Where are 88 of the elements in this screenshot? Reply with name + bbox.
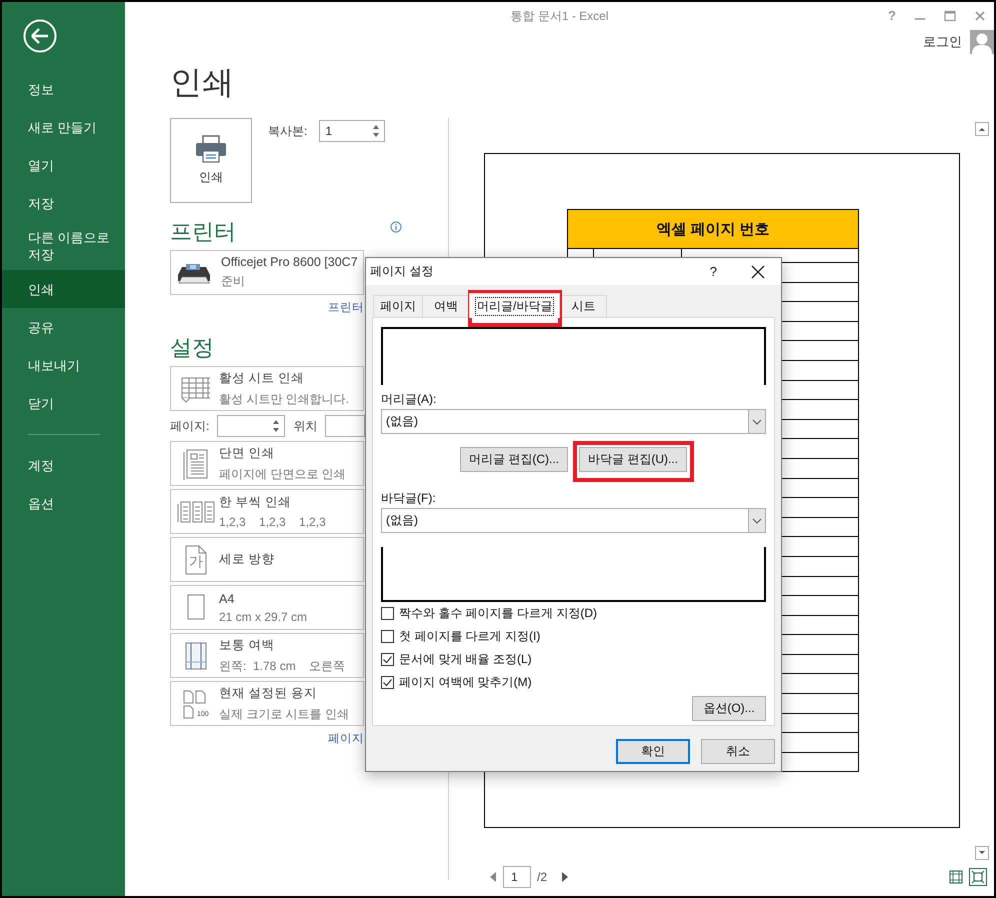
close-icon[interactable] xyxy=(751,264,765,278)
settings-dropdown[interactable]: 한 부씩 인쇄 1,2,3 1,2,3 1,2,3 xyxy=(170,489,364,534)
checkbox[interactable] xyxy=(381,630,394,643)
field-label: 바닥글(F): xyxy=(381,490,437,507)
page-to-field[interactable] xyxy=(325,415,366,437)
option-title: 보통 여백 xyxy=(219,636,276,654)
option-description: 21 cm x 29.7 cm xyxy=(219,610,308,624)
section-heading: 설정 xyxy=(170,334,214,362)
option-title: 세로 방향 xyxy=(219,551,274,568)
scroll-down-icon[interactable] xyxy=(975,846,989,860)
cancel-button[interactable]: 취소 xyxy=(701,739,775,764)
option-description: 1,2,3 1,2,3 1,2,3 xyxy=(219,515,326,529)
printer-name: Officejet Pro 8600 [30C7 xyxy=(221,255,358,269)
scroll-up-icon[interactable] xyxy=(975,122,989,136)
edit-button[interactable]: 머리글 편집(C)... xyxy=(460,447,568,472)
pages-label: 페이지: xyxy=(170,418,210,434)
sidebar-item[interactable]: 옵션 xyxy=(2,484,125,522)
section-heading: 프린터 xyxy=(170,218,236,246)
dialog-title: 페이지 설정 xyxy=(370,263,434,280)
page-title: 인쇄 xyxy=(170,63,234,102)
table-title: 엑셀 페이지 번호 xyxy=(568,210,858,249)
chevron-down-icon xyxy=(752,518,762,524)
sidebar-item[interactable]: 저장 xyxy=(2,184,125,222)
checkbox-label: 짝수와 홀수 페이지를 다르게 지정(D) xyxy=(399,605,597,622)
sidebar-item[interactable]: 공유 xyxy=(2,308,125,346)
checkbox[interactable] xyxy=(381,676,394,689)
tab[interactable]: 페이지 xyxy=(373,295,423,317)
printer-icon xyxy=(195,135,227,163)
settings-dropdown[interactable]: 가 세로 방향 xyxy=(170,537,364,582)
show-margins-icon[interactable] xyxy=(949,870,963,884)
settings-dropdown[interactable]: 보통 여백 왼쪽: 1.78 cm 오른쪽 xyxy=(170,633,364,678)
option-title: 활성 시트 인쇄 xyxy=(219,370,305,386)
settings-dropdown[interactable]: A4 21 cm x 29.7 cm xyxy=(170,585,364,630)
spin-arrows-icon xyxy=(272,418,280,434)
option-description: 페이지에 단면으로 인쇄 xyxy=(219,466,346,482)
sidebar-item[interactable]: 새로 만들기 xyxy=(2,108,125,146)
maximize-icon[interactable] xyxy=(944,10,956,22)
sidebar-item[interactable]: 정보 xyxy=(2,70,125,108)
checkbox[interactable] xyxy=(381,653,394,666)
ok-button[interactable]: 확인 xyxy=(616,739,690,764)
copies-spinner[interactable]: 1 xyxy=(319,120,386,142)
dropdown[interactable]: (없음) xyxy=(381,409,766,434)
document-icon xyxy=(182,446,210,480)
sign-in-link[interactable]: 로그인 xyxy=(923,33,962,51)
next-page-icon[interactable] xyxy=(561,872,570,882)
spin-arrows-icon xyxy=(372,123,380,139)
copies-label: 복사본: xyxy=(268,123,308,140)
option-description: 활성 시트만 인쇄합니다. xyxy=(219,390,350,408)
page-number-field[interactable]: 1 xyxy=(503,866,531,888)
window-title: 통합 문서1 - Excel xyxy=(510,8,608,24)
printer-dropdown[interactable]: Officejet Pro 8600 [30C7 준비 xyxy=(170,250,364,295)
blank-page-icon xyxy=(186,592,206,622)
tab[interactable]: 시트 xyxy=(559,295,608,317)
option-description: 실제 크기로 시트를 인쇄 xyxy=(219,706,350,722)
dropdown[interactable]: (없음) xyxy=(381,508,766,533)
print-button[interactable]: 인쇄 xyxy=(170,118,252,203)
settings-dropdown[interactable]: 활성 시트 인쇄 활성 시트만 인쇄합니다. xyxy=(170,366,364,411)
checkbox-label: 첫 페이지를 다르게 지정(I) xyxy=(399,628,540,645)
printer-properties-link[interactable]: 프린터 xyxy=(328,300,364,314)
checkbox-label: 페이지 여백에 맞추기(M) xyxy=(399,674,532,691)
page-setup-link[interactable]: 페이지 xyxy=(328,730,364,746)
zoom-to-page-icon[interactable] xyxy=(969,868,987,886)
sidebar-item[interactable]: 인쇄 xyxy=(2,270,125,308)
help-button[interactable]: ? xyxy=(710,264,717,279)
margins-page-icon xyxy=(184,640,208,670)
settings-dropdown[interactable]: 단면 인쇄 페이지에 단면으로 인쇄 xyxy=(170,441,364,486)
option-description: 왼쪽: 1.78 cm 오른쪽 xyxy=(219,658,346,674)
field-label: 머리글(A): xyxy=(381,391,438,408)
page-total: /2 xyxy=(537,870,548,884)
checkbox[interactable] xyxy=(381,607,394,620)
previous-page-icon[interactable] xyxy=(489,872,497,882)
option-title: 현재 설정된 용지 xyxy=(219,684,318,702)
printer-status: 준비 xyxy=(221,273,246,290)
sidebar-item[interactable]: 내보내기 xyxy=(2,346,125,384)
pages-label: 위치 xyxy=(293,418,318,434)
checkbox-label: 문서에 맞게 배율 조정(L) xyxy=(399,651,532,668)
sidebar-item[interactable]: 계정 xyxy=(2,446,125,484)
tab[interactable]: 머리글/바닥글 xyxy=(469,293,560,318)
option-title: 단면 인쇄 xyxy=(219,444,276,462)
option-title: A4 xyxy=(219,592,236,606)
sidebar-item[interactable]: 열기 xyxy=(2,146,125,184)
options-button[interactable]: 옵션(O)... xyxy=(692,696,766,721)
sidebar-item[interactable]: 다른 이름으로 저장 xyxy=(2,222,125,270)
chevron-down-icon xyxy=(752,418,762,424)
option-title: 한 부씩 인쇄 xyxy=(219,494,292,511)
info-icon xyxy=(390,221,402,233)
sidebar-item[interactable]: 닫기 xyxy=(2,384,125,422)
edit-button[interactable]: 바닥글 편집(U)... xyxy=(579,447,687,472)
